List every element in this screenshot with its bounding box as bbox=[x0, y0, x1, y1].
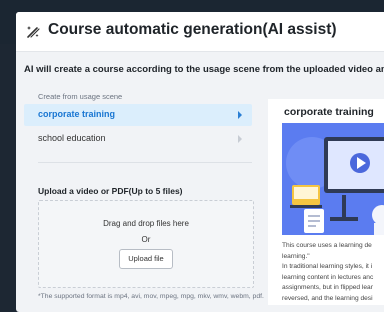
desc-line: learning content in lectures anc bbox=[282, 273, 374, 281]
scene-list: corporate training school education bbox=[24, 104, 252, 150]
magic-wand-icon bbox=[27, 26, 40, 38]
upload-file-button[interactable]: Upload file bbox=[119, 249, 173, 269]
desc-line: assignments, but in flipped lear bbox=[282, 284, 373, 291]
scene-label: Create from usage scene bbox=[38, 92, 123, 101]
desc-line: reversed, and the learning desi bbox=[282, 294, 373, 302]
scene-item-label: corporate training bbox=[38, 109, 116, 119]
desc-line: In traditional learning styles, it i bbox=[282, 263, 373, 270]
scene-item-label: school education bbox=[38, 133, 106, 143]
format-note: *The supported format is mp4, avi, mov, … bbox=[38, 293, 264, 300]
dialog-title: Course automatic generation(AI assist) bbox=[48, 21, 337, 38]
desc-line: learning." bbox=[282, 252, 310, 260]
dialog-header: Course automatic generation(AI assist) bbox=[16, 12, 384, 52]
scene-preview-panel: corporate training This course uses a le… bbox=[268, 99, 384, 305]
file-dropzone[interactable]: Drag and drop files here Or Upload file bbox=[38, 200, 254, 288]
drop-text: Drag and drop files here bbox=[103, 219, 189, 228]
desc-line: This course uses a learning de bbox=[282, 242, 372, 249]
chevron-right-icon bbox=[238, 135, 242, 143]
scene-item-corporate-training[interactable]: corporate training bbox=[24, 104, 252, 126]
or-text: Or bbox=[141, 235, 151, 244]
section-divider bbox=[38, 162, 252, 163]
training-illustration bbox=[282, 123, 384, 235]
scene-selector: Create from usage scene corporate traini… bbox=[24, 92, 252, 152]
chevron-right-icon bbox=[238, 111, 242, 119]
scene-item-school-education[interactable]: school education bbox=[24, 128, 252, 150]
dialog-subtitle: AI will create a course according to the… bbox=[24, 64, 384, 75]
preview-description: This course uses a learning de learning.… bbox=[282, 241, 384, 304]
upload-label: Upload a video or PDF(Up to 5 files) bbox=[38, 186, 183, 196]
preview-title: corporate training bbox=[284, 106, 374, 118]
